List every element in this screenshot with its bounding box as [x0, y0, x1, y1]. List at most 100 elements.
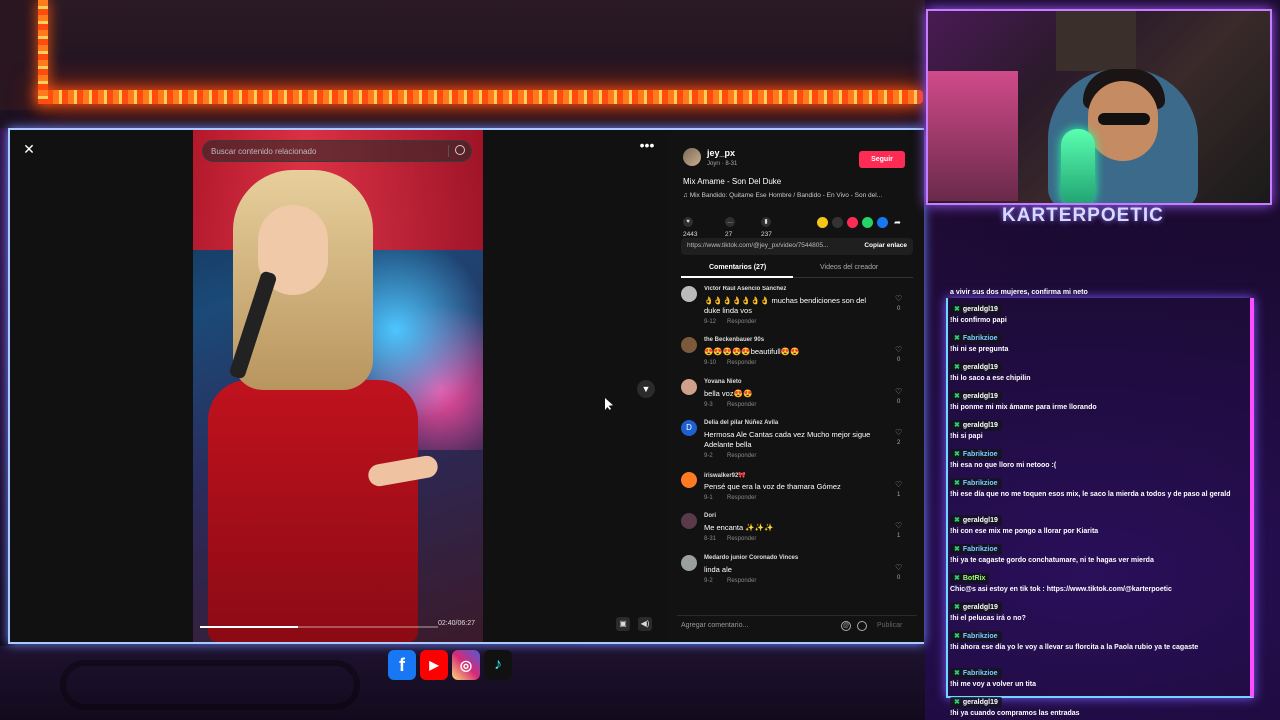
chat-username-badge: ✖ Fabrikzioe: [950, 478, 1002, 489]
chat-username-badge: ✖ geraldgl19: [950, 362, 1002, 373]
chat-badge-icon: ✖: [954, 451, 960, 458]
share-arrow-icon[interactable]: ➦: [892, 217, 903, 228]
comment-like-icon[interactable]: ♡: [895, 428, 902, 437]
video-time: 02:40/06:27: [438, 620, 475, 627]
comment-avatar[interactable]: [681, 379, 697, 395]
comment-author[interactable]: the Beckenbauer 90s: [704, 337, 764, 343]
mention-icon[interactable]: @: [841, 621, 851, 631]
comment-stat[interactable]: … 27: [725, 217, 738, 238]
comment-text: 👌👌👌👌👌👌👌 muchas bendiciones son del duke …: [704, 296, 867, 315]
reply-button[interactable]: Responder: [727, 453, 756, 459]
close-icon[interactable]: ✕: [20, 140, 38, 158]
chat-username-badge: ✖ Fabrikzioe: [950, 668, 1002, 679]
comment-like-icon[interactable]: ♡: [895, 345, 902, 354]
whatsapp-icon[interactable]: [862, 217, 873, 228]
reply-button[interactable]: Responder: [727, 402, 756, 408]
chat-username: Fabrikzioe: [962, 633, 998, 640]
publish-button[interactable]: Publicar: [877, 622, 902, 629]
comment-text: Hermosa Ale Cantas cada vez Mucho mejor …: [704, 430, 871, 449]
comment-date: 9-10: [704, 360, 717, 366]
comment-date: 9-1: [704, 495, 713, 501]
comment-like-count: 0: [897, 357, 901, 363]
chat-username: Fabrikzioe: [962, 451, 998, 458]
comment-text: bella voz😍😍: [704, 389, 753, 398]
search-icon[interactable]: [455, 145, 465, 155]
chat-text: !hi ahora ese día yo le voy a llevar su …: [950, 644, 1199, 651]
chat-username-badge: ✖ BotRix: [950, 573, 990, 584]
reply-button[interactable]: Responder: [727, 360, 756, 366]
chat-text: !hi si papi: [950, 433, 983, 440]
video-player[interactable]: ✕ Buscar contenido relacionado 02:40/06:…: [10, 130, 667, 642]
comment-avatar[interactable]: [681, 337, 697, 353]
music-track[interactable]: ♫ Mix Bandido: Quitame Ese Hombre / Band…: [683, 192, 882, 199]
comment-like-icon[interactable]: ♡: [895, 387, 902, 396]
comment-avatar[interactable]: D: [681, 420, 697, 436]
mouse-cursor-icon: [605, 398, 613, 410]
comment-like-icon[interactable]: ♡: [895, 521, 902, 530]
comment-author[interactable]: Delia del pilar Núñez Avila: [704, 420, 778, 426]
webcam-feed: [926, 9, 1272, 205]
author-name[interactable]: jey_px: [707, 148, 735, 158]
comment-avatar[interactable]: [681, 513, 697, 529]
chat-badge-icon: ✖: [954, 364, 960, 371]
chat-badge-icon: ✖: [954, 604, 960, 611]
facebook-icon[interactable]: [877, 217, 888, 228]
chat-username-badge: ✖ geraldgl19: [950, 304, 1002, 315]
chat-message: ✖ Fabrikzioe !hi ese día que no me toquen …: [950, 478, 1250, 499]
add-comment-input[interactable]: Agregar comentario...: [681, 622, 748, 629]
picture-in-picture-icon[interactable]: ▣: [616, 617, 630, 631]
comment-avatar[interactable]: [681, 286, 697, 302]
comment-like-icon[interactable]: ♡: [895, 480, 902, 489]
author-avatar[interactable]: [683, 148, 701, 166]
comment-date: 9-2: [704, 453, 713, 459]
chat-message: ✖ geraldgl19 !hi con ese mix me pongo a ll…: [950, 515, 1250, 536]
comment-author[interactable]: Victor Raul Asencio Sánchez: [704, 286, 786, 292]
comment-author[interactable]: iriswalker92🎀: [704, 472, 746, 479]
chat-badge-icon: ✖: [954, 306, 960, 313]
repost-icon[interactable]: [847, 217, 858, 228]
chat-badge-icon: ✖: [954, 422, 960, 429]
reply-button[interactable]: Responder: [727, 536, 756, 542]
tab-creator-videos[interactable]: Videos del creador: [820, 264, 878, 271]
streamer-name: KARTERPOETIC: [1002, 205, 1164, 226]
chat-text: !hi el pelucas irá o no?: [950, 615, 1026, 622]
comment-avatar[interactable]: [681, 472, 697, 488]
tab-comments[interactable]: Comentarios (27): [709, 264, 766, 271]
comment-avatar[interactable]: [681, 555, 697, 571]
search-separator: [448, 145, 449, 157]
streamer-microphone: [1061, 129, 1095, 203]
comment-list[interactable]: Victor Raul Asencio Sánchez 👌👌👌👌👌👌👌 mucha…: [681, 286, 913, 606]
chat-username-badge: ✖ geraldgl19: [950, 602, 1002, 613]
related-search-input[interactable]: Buscar contenido relacionado: [202, 140, 472, 162]
comment-author[interactable]: Medardo junior Coronado Vinces: [704, 555, 798, 561]
video-frame[interactable]: [193, 130, 483, 642]
chevron-down-icon[interactable]: ▼: [637, 380, 655, 398]
like-stat[interactable]: ♥ 2443: [683, 217, 697, 238]
copy-link-button[interactable]: Copiar enlace: [864, 242, 907, 249]
music-track-label: Mix Bandido: Quitame Ese Hombre / Bandid…: [689, 192, 883, 199]
reply-button[interactable]: Responder: [727, 319, 756, 325]
emoji-icon[interactable]: [857, 621, 867, 631]
volume-icon[interactable]: ◀): [638, 617, 652, 631]
comment-like-count: 0: [897, 399, 901, 405]
reply-button[interactable]: Responder: [727, 578, 756, 584]
comment-author[interactable]: Dori: [704, 513, 716, 519]
comment-count: 27: [725, 231, 733, 238]
share-link-url[interactable]: https://www.tiktok.com/@jey_px/video/754…: [687, 242, 837, 249]
chat-message: ✖ Fabrikzioe !hi me voy a volver un tita: [950, 668, 1250, 689]
more-options-icon[interactable]: •••: [637, 138, 657, 156]
video-progress-bar[interactable]: [200, 626, 438, 628]
bookmark-icon: ▮: [761, 217, 771, 228]
save-stat[interactable]: ▮ 237: [761, 217, 774, 238]
comment-author[interactable]: Yovana Nieto: [704, 379, 742, 385]
chat-message: ✖ BotRix Chic@s asi estoy en tik tok : htt…: [950, 573, 1250, 594]
chat-text: a vivir sus dos mujeres, confirma mi net…: [950, 289, 1088, 296]
coin-icon[interactable]: [817, 217, 828, 228]
reply-button[interactable]: Responder: [727, 495, 756, 501]
follow-button[interactable]: Seguir: [859, 151, 905, 168]
comment-like-icon[interactable]: ♡: [895, 563, 902, 572]
chat-message: ✖ Fabrikzioe !hi esa no que lloro mi netoo…: [950, 449, 1250, 470]
comment-like-icon[interactable]: ♡: [895, 294, 902, 303]
comment-text: 😍😍😍😍😍beautifull😍😍: [704, 347, 800, 356]
embed-icon[interactable]: [832, 217, 843, 228]
